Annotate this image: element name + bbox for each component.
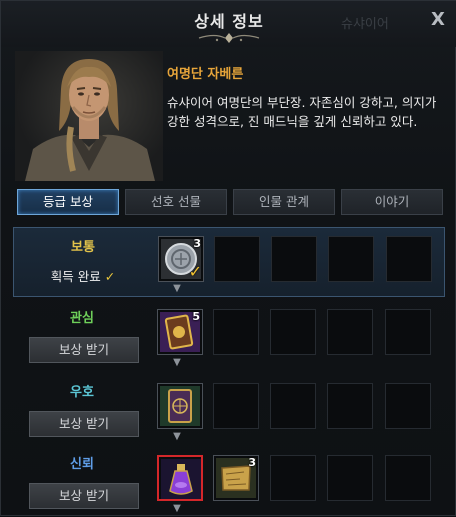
empty-slot bbox=[385, 309, 431, 355]
item-quantity: 3 bbox=[248, 456, 256, 469]
claim-reward-button[interactable]: 보상 받기 bbox=[29, 411, 139, 437]
potion-icon bbox=[161, 459, 201, 499]
empty-slot bbox=[328, 236, 374, 282]
title-ornament-icon bbox=[198, 33, 260, 43]
tab-grade-rewards[interactable]: 등급 보상 bbox=[17, 189, 119, 215]
reward-row-interest: 관심 보상 받기 5 bbox=[13, 301, 445, 371]
empty-slot bbox=[271, 236, 317, 282]
empty-slot bbox=[327, 455, 373, 501]
acquired-status-label: 획득 완료 bbox=[50, 269, 101, 284]
empty-slot bbox=[213, 383, 259, 429]
tier-label: 신뢰 bbox=[70, 457, 94, 472]
card-icon bbox=[160, 386, 200, 426]
character-name: 여명단 자베른 bbox=[167, 67, 244, 82]
window-header: 슈샤이어 상세 정보 X bbox=[1, 1, 456, 47]
empty-slot bbox=[386, 236, 432, 282]
tier-label: 우호 bbox=[70, 385, 94, 400]
character-portrait bbox=[15, 51, 163, 181]
reward-slot[interactable]: 3 ✓ bbox=[158, 236, 204, 282]
tier-label: 보통 bbox=[71, 240, 95, 255]
empty-slot bbox=[385, 383, 431, 429]
tab-story[interactable]: 이야기 bbox=[341, 189, 443, 215]
character-portrait-icon bbox=[25, 59, 155, 181]
reward-slot[interactable] bbox=[157, 383, 203, 429]
chevron-down-icon: ▼ bbox=[173, 357, 181, 368]
empty-slot bbox=[270, 309, 316, 355]
tab-preferred-gifts[interactable]: 선호 선물 bbox=[125, 189, 227, 215]
reward-slot[interactable]: 3 bbox=[213, 455, 259, 501]
tier-label: 관심 bbox=[70, 311, 94, 326]
item-quantity: 3 bbox=[193, 237, 201, 250]
empty-slot bbox=[327, 309, 373, 355]
detail-info-window: 슈샤이어 상세 정보 X 여명단 자베른 슈샤이어 여명단의 부단장. 자존심이… bbox=[0, 0, 456, 516]
empty-slot bbox=[214, 236, 260, 282]
empty-slot bbox=[270, 383, 316, 429]
empty-slot bbox=[270, 455, 316, 501]
claim-reward-button[interactable]: 보상 받기 bbox=[29, 337, 139, 363]
reward-slot-selected[interactable] bbox=[157, 455, 203, 501]
reward-slot[interactable]: 5 bbox=[157, 309, 203, 355]
claimed-check-icon: ✓ bbox=[188, 262, 202, 281]
close-button[interactable]: X bbox=[427, 9, 449, 31]
character-description: 슈샤이어 여명단의 부단장. 자존심이 강하고, 의지가 강한 성격으로, 진 … bbox=[167, 95, 437, 129]
tab-relationships[interactable]: 인물 관계 bbox=[233, 189, 335, 215]
claim-reward-button[interactable]: 보상 받기 bbox=[29, 483, 139, 509]
reward-row-trust: 신뢰 보상 받기 3 bbox=[13, 447, 445, 517]
item-quantity: 5 bbox=[192, 310, 200, 323]
check-icon: ✓ bbox=[104, 269, 116, 284]
reward-row-friendly: 우호 보상 받기 bbox=[13, 375, 445, 445]
chevron-down-icon: ▼ bbox=[173, 431, 181, 442]
acquired-status: 획득 완료 ✓ bbox=[14, 266, 152, 285]
empty-slot bbox=[385, 455, 431, 501]
window-title: 상세 정보 bbox=[194, 12, 264, 31]
empty-slot bbox=[327, 383, 373, 429]
chevron-down-icon: ▼ bbox=[173, 283, 181, 294]
chevron-down-icon: ▼ bbox=[173, 503, 181, 514]
empty-slot bbox=[213, 309, 259, 355]
reward-row-normal: 보통 획득 완료 ✓ 3 ✓ bbox=[13, 227, 445, 297]
tab-bar: 등급 보상 선호 선물 인물 관계 이야기 bbox=[17, 189, 443, 217]
